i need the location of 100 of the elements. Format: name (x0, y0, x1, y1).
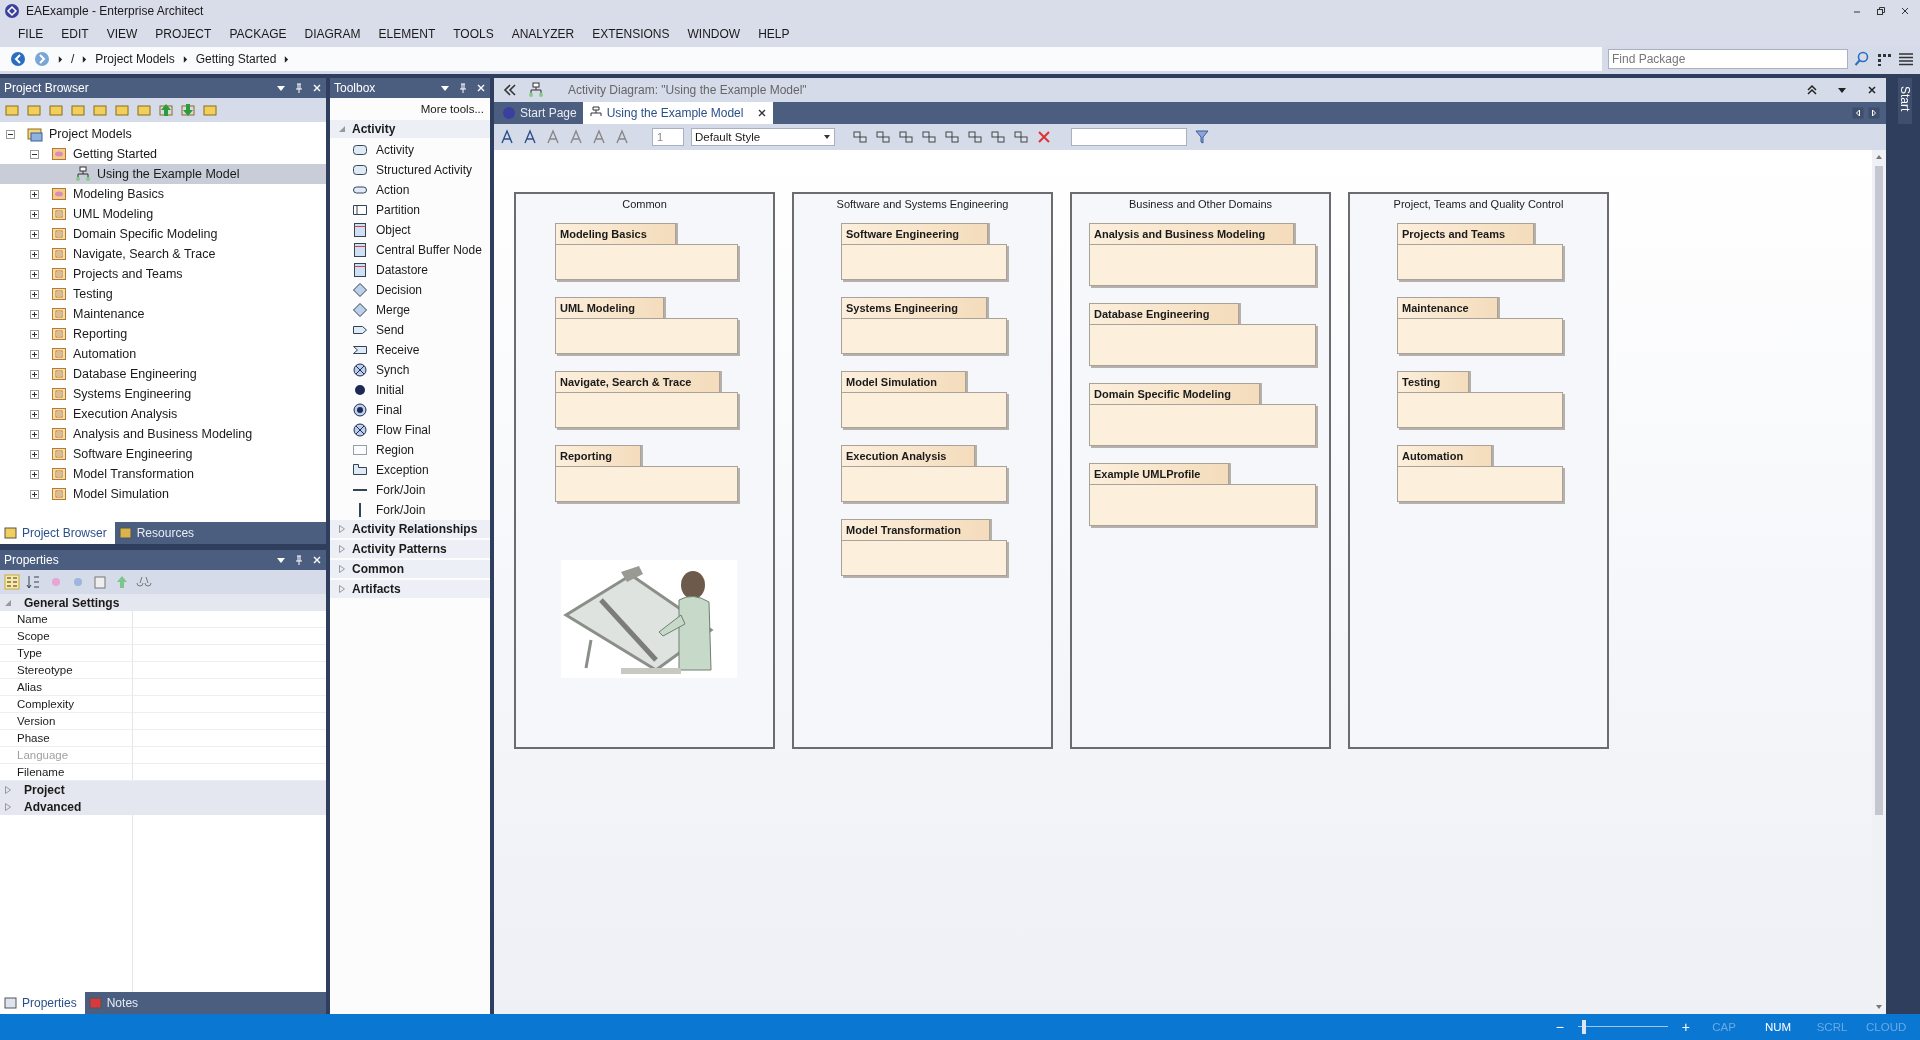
toolbox-item[interactable]: Action (330, 180, 490, 200)
expand-icon[interactable] (30, 269, 39, 279)
document-tab[interactable]: Start Page (496, 102, 583, 124)
filter-field[interactable] (1071, 128, 1187, 146)
dropdown-icon[interactable] (276, 555, 286, 565)
menu-item[interactable]: FILE (18, 27, 44, 41)
tree-item[interactable]: Using the Example Model (0, 164, 326, 184)
expand-icon[interactable] (30, 489, 39, 499)
align-icon[interactable] (967, 129, 983, 145)
toolbox-item[interactable]: Final (330, 400, 490, 420)
property-group[interactable]: Advanced (0, 798, 326, 815)
tree-item[interactable]: Domain Specific Modeling (0, 224, 326, 244)
tree-item[interactable]: Model Simulation (0, 484, 326, 504)
pin-icon[interactable] (294, 555, 304, 565)
menu-item[interactable]: DIAGRAM (304, 27, 361, 41)
categories-icon[interactable] (4, 574, 20, 590)
more-tools-link[interactable]: More tools... (420, 103, 484, 115)
expand-icon[interactable] (30, 389, 39, 399)
tree-item[interactable]: Reporting (0, 324, 326, 344)
sort-icon[interactable] (26, 574, 42, 590)
scroll-left-icon[interactable] (1852, 107, 1864, 119)
align-icon[interactable] (875, 129, 891, 145)
pin-icon[interactable] (294, 83, 304, 93)
down-arrow-icon[interactable] (180, 102, 196, 118)
collapse-icon[interactable] (30, 149, 39, 159)
toolbox-item[interactable]: Object (330, 220, 490, 240)
expand-icon[interactable] (30, 309, 39, 319)
start-side-tab[interactable]: Start (1898, 78, 1912, 124)
back-icon[interactable] (10, 51, 26, 67)
expand-icon[interactable] (30, 209, 39, 219)
toolbox-item[interactable]: Region (330, 440, 490, 460)
collapse-icon[interactable] (6, 129, 15, 139)
align-icon[interactable] (852, 129, 868, 145)
zoom-out-button[interactable]: − (1555, 1019, 1564, 1035)
align-icon[interactable] (898, 129, 914, 145)
toolbox-item[interactable]: Partition (330, 200, 490, 220)
tree-item[interactable]: Getting Started (0, 144, 326, 164)
panel-tab[interactable]: Notes (84, 992, 147, 1014)
property-group[interactable]: Project (0, 781, 326, 798)
document-tab[interactable]: Using the Example Model (582, 102, 774, 124)
tree-item[interactable]: Maintenance (0, 304, 326, 324)
toolbox-item[interactable]: Structured Activity (330, 160, 490, 180)
toolbox-item[interactable]: Datastore (330, 260, 490, 280)
pin-icon[interactable] (458, 83, 468, 93)
toolbox-section[interactable]: Artifacts (330, 580, 490, 598)
panel-tab[interactable]: Project Browser (0, 522, 115, 544)
expand-icon[interactable] (30, 249, 39, 259)
menu-item[interactable]: ANALYZER (511, 27, 575, 41)
toolbox-item[interactable]: Fork/Join (330, 480, 490, 500)
toolbox-item[interactable]: Flow Final (330, 420, 490, 440)
toolbox-item[interactable]: Send (330, 320, 490, 340)
expand-icon[interactable] (30, 449, 39, 459)
menu-item[interactable]: EXTENSIONS (592, 27, 670, 41)
close-icon[interactable] (757, 108, 768, 118)
dropdown-icon[interactable] (440, 83, 450, 93)
panel-tab[interactable]: Properties (0, 992, 85, 1014)
breadcrumb-item[interactable]: Project Models (95, 52, 175, 66)
tree-item[interactable]: Software Engineering (0, 444, 326, 464)
breadcrumb-item[interactable]: / (71, 52, 75, 66)
panel-tab[interactable]: Resources (114, 522, 203, 544)
search-icon[interactable] (1854, 51, 1870, 67)
up-arrow-icon[interactable] (158, 102, 174, 118)
tree-item[interactable]: Execution Analysis (0, 404, 326, 424)
menu-item[interactable]: ELEMENT (378, 27, 436, 41)
tree-item[interactable]: Database Engineering (0, 364, 326, 384)
expand-icon[interactable] (30, 349, 39, 359)
restore-icon[interactable] (1876, 6, 1886, 16)
tree-item[interactable]: Modeling Basics (0, 184, 326, 204)
filter-icon[interactable] (1194, 129, 1210, 145)
expand-icon[interactable] (30, 329, 39, 339)
toolbox-item[interactable]: Fork/Join (330, 500, 490, 520)
tree-item[interactable]: Systems Engineering (0, 384, 326, 404)
menu-item[interactable]: VIEW (106, 27, 138, 41)
tree-item[interactable]: Project Models (0, 124, 326, 144)
menu-item[interactable]: PACKAGE (229, 27, 287, 41)
font-icon[interactable] (523, 129, 539, 145)
zoom-in-button[interactable]: + (1681, 1019, 1690, 1035)
menu-item[interactable]: PROJECT (155, 27, 212, 41)
expand-icon[interactable] (30, 369, 39, 379)
double-chevron-icon[interactable] (502, 82, 518, 98)
toolbox-item[interactable]: Synch (330, 360, 490, 380)
toolbox-item[interactable]: Activity (330, 140, 490, 160)
dropdown-icon[interactable] (276, 83, 286, 93)
tree-item[interactable]: Model Transformation (0, 464, 326, 484)
scroll-right-icon[interactable] (1868, 107, 1880, 119)
delete-icon[interactable] (1036, 129, 1052, 145)
font-icon[interactable] (500, 129, 516, 145)
toolbox-section[interactable]: Activity Relationships (330, 520, 490, 538)
glasses-icon[interactable] (136, 574, 152, 590)
toolbox-item[interactable]: Initial (330, 380, 490, 400)
menu-item[interactable]: EDIT (61, 27, 89, 41)
toolbox-item[interactable]: Exception (330, 460, 490, 480)
toolbox-item[interactable]: Receive (330, 340, 490, 360)
tree-item[interactable]: Analysis and Business Modeling (0, 424, 326, 444)
expand-icon[interactable] (30, 229, 39, 239)
menu-item[interactable]: TOOLS (453, 27, 494, 41)
close-icon[interactable] (1900, 6, 1910, 16)
menu-item[interactable]: HELP (758, 27, 790, 41)
toolbox-item[interactable]: Decision (330, 280, 490, 300)
toolbox-section[interactable]: Activity (330, 120, 490, 138)
